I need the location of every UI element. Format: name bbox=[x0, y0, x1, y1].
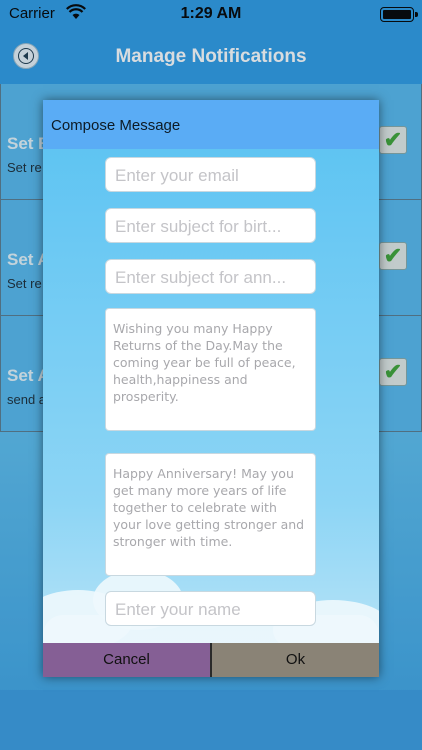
dialog-header: Compose Message bbox=[43, 100, 379, 149]
anniversary-subject-input[interactable]: Enter subject for ann... bbox=[105, 259, 316, 294]
birthday-subject-input[interactable]: Enter subject for birt... bbox=[105, 208, 316, 243]
name-input[interactable]: Enter your name bbox=[105, 591, 316, 626]
ok-button[interactable]: Ok bbox=[212, 643, 379, 677]
anniversary-message-textarea[interactable]: Happy Anniversary! May you get many more… bbox=[105, 453, 316, 576]
birthday-message-textarea[interactable]: Wishing you many Happy Returns of the Da… bbox=[105, 308, 316, 431]
dialog-title: Compose Message bbox=[51, 117, 181, 134]
compose-message-dialog: Compose Message Enter your email Enter s… bbox=[43, 100, 379, 677]
cancel-button[interactable]: Cancel bbox=[43, 643, 210, 677]
email-input[interactable]: Enter your email bbox=[105, 157, 316, 192]
